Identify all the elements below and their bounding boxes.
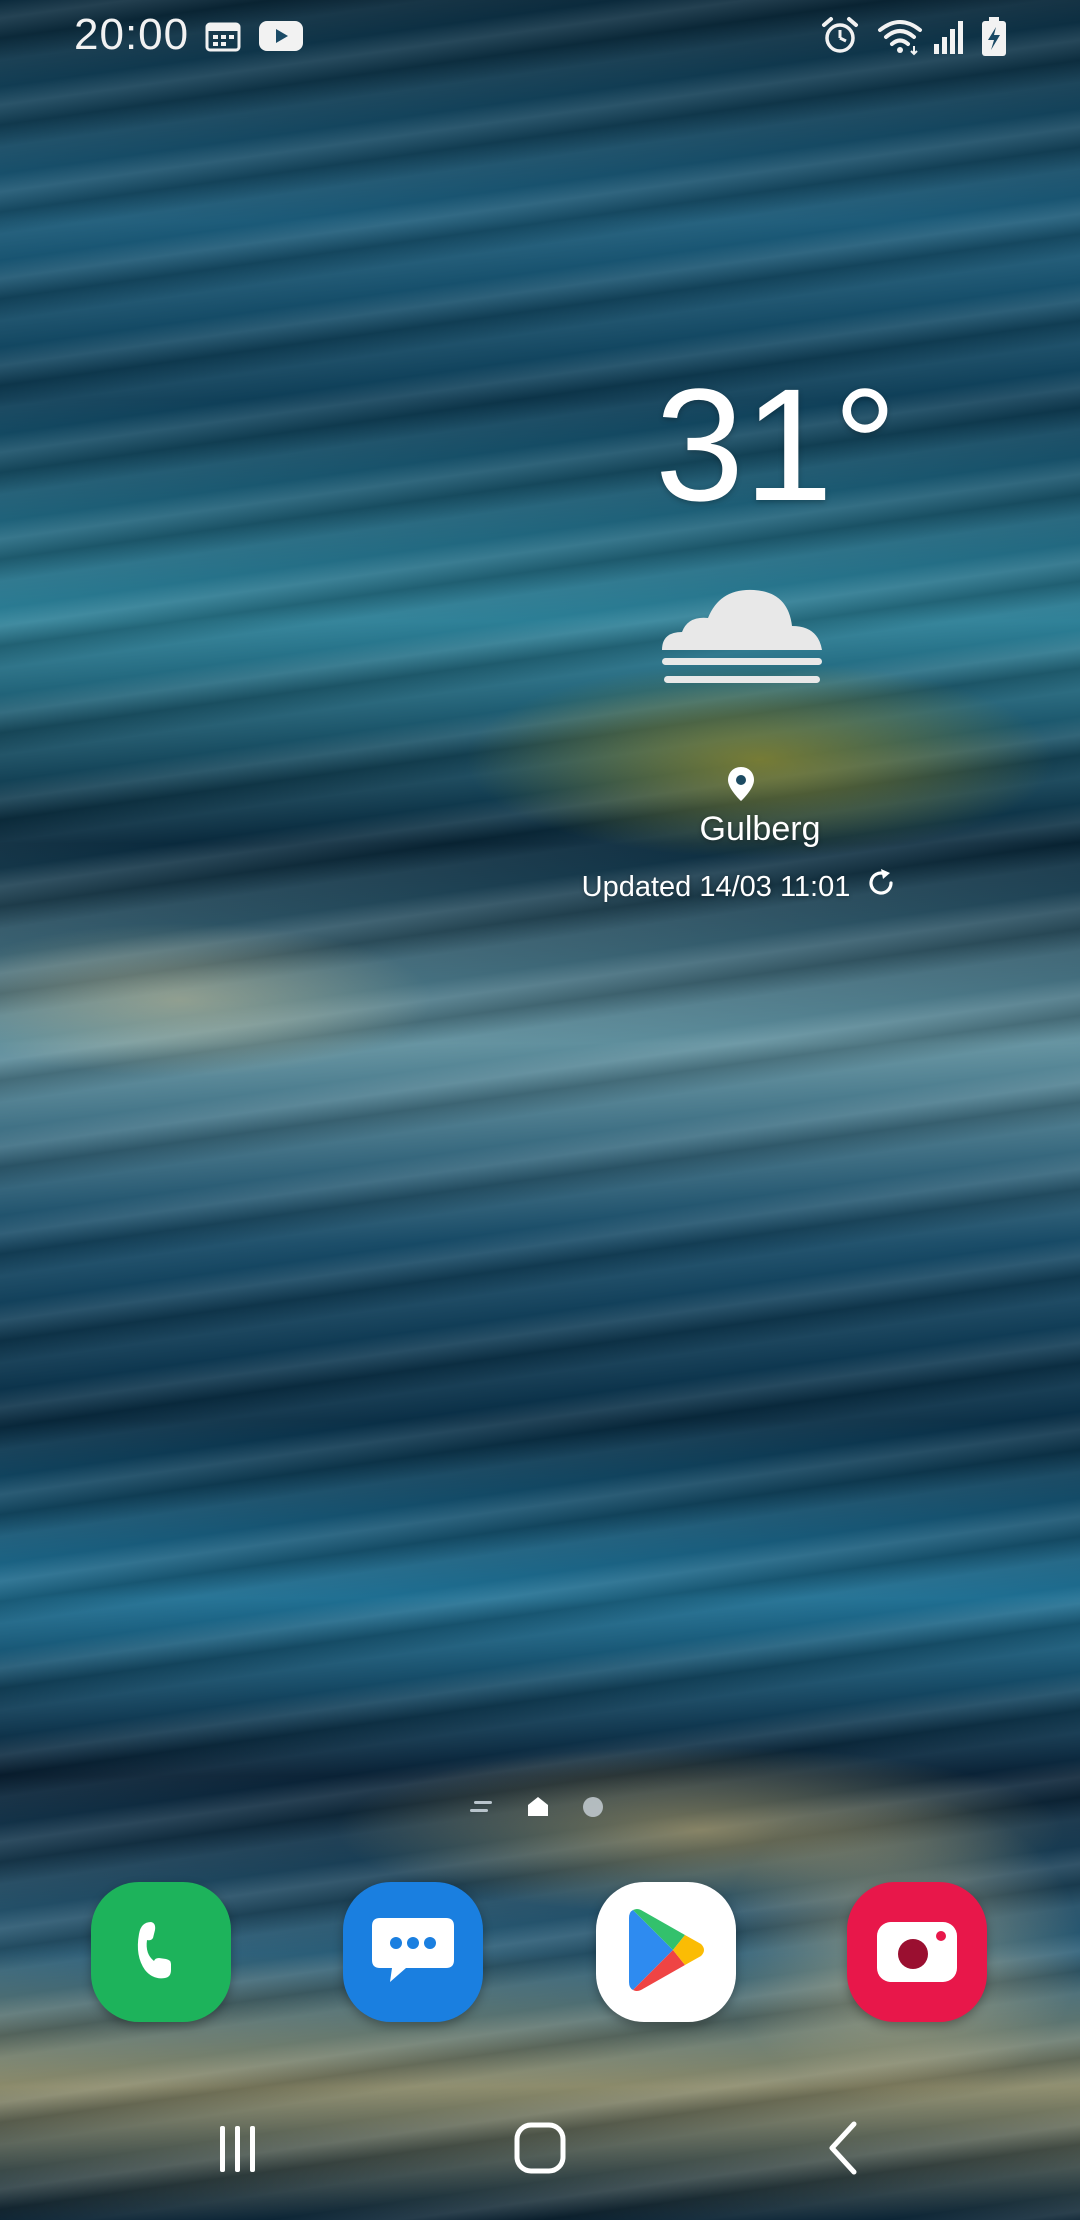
navigation-bar	[0, 2100, 1080, 2200]
calendar-icon	[205, 20, 241, 52]
status-bar: 20:00	[0, 0, 1080, 72]
weather-location: Gulberg	[699, 810, 821, 848]
fog-icon	[658, 570, 828, 705]
menu-page-icon[interactable]	[470, 1798, 494, 1823]
dock	[0, 1882, 1080, 2028]
recents-button[interactable]	[178, 2100, 298, 2200]
back-button[interactable]	[784, 2100, 904, 2200]
weather-temperature: 31°	[655, 355, 897, 534]
camera-app-button[interactable]	[847, 1882, 987, 2022]
weather-updated-text: Updated 14/03 11:01	[581, 870, 851, 903]
alarm-icon	[820, 16, 860, 56]
camera-icon	[875, 1914, 959, 1991]
battery-charging-icon	[980, 16, 1008, 58]
location-pin-icon	[726, 765, 756, 808]
messages-icon	[368, 1908, 458, 1997]
status-time: 20:00	[74, 10, 190, 59]
page-dot[interactable]	[582, 1796, 604, 1823]
youtube-icon	[258, 20, 304, 52]
home-icon	[510, 2118, 570, 2183]
play-store-app-button[interactable]	[596, 1882, 736, 2022]
phone-icon	[121, 1910, 201, 1995]
home-screen: 20:00 31° Gulberg Updated 14/03 11:01	[0, 0, 1080, 2220]
play-store-icon	[623, 1904, 709, 2001]
signal-icon	[932, 16, 968, 56]
weather-widget[interactable]: 31° Gulberg Updated 14/03 11:01	[540, 360, 940, 920]
back-icon	[816, 2118, 872, 2183]
weather-updated-row: Updated 14/03 11:01	[510, 866, 970, 908]
page-indicator	[470, 1792, 610, 1820]
recents-icon	[210, 2120, 266, 2181]
refresh-icon[interactable]	[864, 866, 898, 908]
wifi-icon	[876, 16, 924, 56]
phone-app-button[interactable]	[91, 1882, 231, 2022]
home-button[interactable]	[480, 2100, 600, 2200]
messages-app-button[interactable]	[343, 1882, 483, 2022]
home-page-icon[interactable]	[526, 1794, 550, 1823]
